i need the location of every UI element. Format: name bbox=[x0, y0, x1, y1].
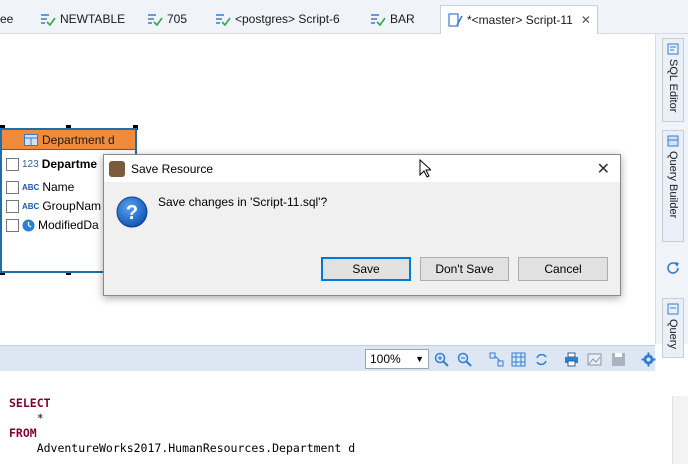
right-side-panel: SQL Editor Query Builder Query bbox=[655, 34, 688, 358]
field-checkbox[interactable] bbox=[6, 218, 19, 232]
app-window: ee NEWTABLE 705 <postgres> Script-6 BAR bbox=[0, 0, 688, 464]
dialog-message: Save changes in 'Script-11.sql'? bbox=[158, 195, 328, 209]
field-checkbox[interactable] bbox=[6, 157, 19, 171]
query-builder-side-tab[interactable]: Query Builder bbox=[662, 130, 684, 242]
entity-field-row[interactable]: ABC GroupNam bbox=[6, 197, 101, 215]
tab-label: <postgres> Script-6 bbox=[235, 12, 340, 26]
zoom-in-icon[interactable] bbox=[433, 351, 449, 367]
sql-script-icon bbox=[40, 11, 56, 27]
zoom-select[interactable]: 100% ▼ bbox=[365, 349, 429, 369]
question-icon: ? bbox=[116, 196, 148, 228]
refresh-icon[interactable] bbox=[666, 260, 680, 277]
entity-title: Department d bbox=[42, 132, 115, 147]
sql-script-icon bbox=[147, 11, 163, 27]
entity-header[interactable]: Department d bbox=[2, 130, 135, 150]
dialog-title-bar[interactable]: Save Resource ✕ bbox=[104, 155, 620, 182]
field-checkbox[interactable] bbox=[6, 199, 19, 213]
field-name: Name bbox=[42, 180, 75, 194]
layout-icon[interactable] bbox=[488, 351, 504, 367]
grid-icon[interactable] bbox=[510, 351, 526, 367]
sql-line: FROM bbox=[9, 426, 37, 440]
sql-editor[interactable]: SELECT * FROM AdventureWorks2017.HumanRe… bbox=[0, 396, 672, 464]
close-icon[interactable]: ✕ bbox=[597, 159, 610, 179]
text-type-icon: ABC bbox=[22, 201, 40, 211]
field-checkbox[interactable] bbox=[6, 180, 19, 194]
print-icon[interactable] bbox=[563, 351, 579, 367]
dialog-title: Save Resource bbox=[131, 161, 214, 176]
entity-field-row[interactable]: ABC Name bbox=[6, 178, 74, 196]
query-builder-icon bbox=[667, 135, 679, 147]
field-name: Departme bbox=[41, 157, 98, 171]
field-name: ModifiedDa bbox=[38, 218, 99, 232]
chevron-down-icon: ▼ bbox=[415, 354, 424, 364]
field-name: GroupNam bbox=[42, 199, 102, 213]
tab-bar[interactable]: BAR bbox=[370, 6, 415, 32]
sync-icon[interactable] bbox=[533, 351, 549, 367]
numeric-type-icon: 123 bbox=[22, 158, 39, 170]
tab-label: ee bbox=[0, 12, 14, 26]
query-builder-label: Query Builder bbox=[667, 151, 679, 219]
table-icon bbox=[24, 133, 38, 146]
save-resource-dialog: Save Resource ✕ ? Save changes in 'Scrip… bbox=[103, 154, 621, 296]
save-icon[interactable] bbox=[610, 351, 626, 367]
vertical-scrollbar[interactable] bbox=[672, 396, 688, 464]
sql-editor-icon bbox=[667, 43, 679, 55]
tab-newtable[interactable]: NEWTABLE bbox=[40, 6, 125, 32]
gear-icon[interactable] bbox=[640, 351, 656, 367]
diagram-toolbar: 100% ▼ bbox=[0, 345, 655, 371]
entity-field-row[interactable]: ModifiedDa bbox=[6, 216, 99, 234]
entity-field-row[interactable]: 123 Departme bbox=[6, 155, 97, 173]
svg-text:?: ? bbox=[126, 202, 138, 224]
app-icon bbox=[109, 160, 125, 177]
tab-master-script-11[interactable]: *<master> Script-11 ✕ bbox=[440, 5, 598, 34]
clock-icon bbox=[22, 219, 35, 231]
close-tab-icon[interactable]: ✕ bbox=[581, 13, 591, 27]
export-image-icon[interactable] bbox=[586, 351, 602, 367]
tab-label: *<master> Script-11 bbox=[467, 13, 573, 27]
sql-script-icon bbox=[370, 11, 386, 27]
save-button[interactable]: Save bbox=[321, 257, 411, 281]
zoom-value: 100% bbox=[370, 352, 401, 366]
tab-postgres-script-6[interactable]: <postgres> Script-6 bbox=[215, 6, 340, 32]
tab-label: 705 bbox=[167, 12, 188, 26]
cancel-button[interactable]: Cancel bbox=[518, 257, 608, 281]
sql-editor-label: SQL Editor bbox=[667, 59, 679, 113]
sql-line: * bbox=[9, 411, 44, 425]
mouse-cursor-icon bbox=[419, 159, 431, 178]
zoom-out-icon[interactable] bbox=[456, 351, 472, 367]
query-side-tab[interactable]: Query bbox=[662, 298, 684, 358]
tab-ee[interactable]: ee bbox=[0, 6, 13, 32]
sql-editor-side-tab[interactable]: SQL Editor bbox=[662, 38, 684, 122]
query-label: Query bbox=[667, 319, 679, 349]
sql-script-icon bbox=[215, 11, 231, 27]
sql-line: SELECT bbox=[9, 396, 51, 410]
sql-line: AdventureWorks2017.HumanResources.Depart… bbox=[9, 441, 356, 455]
sql-script-edit-icon bbox=[447, 12, 463, 28]
dont-save-button[interactable]: Don't Save bbox=[420, 257, 509, 281]
tab-label: BAR bbox=[390, 12, 415, 26]
editor-tab-bar: ee NEWTABLE 705 <postgres> Script-6 BAR bbox=[0, 0, 688, 34]
text-type-icon: ABC bbox=[22, 182, 40, 192]
tab-705[interactable]: 705 bbox=[147, 6, 187, 32]
tab-label: NEWTABLE bbox=[60, 12, 126, 26]
query-icon bbox=[667, 303, 679, 315]
